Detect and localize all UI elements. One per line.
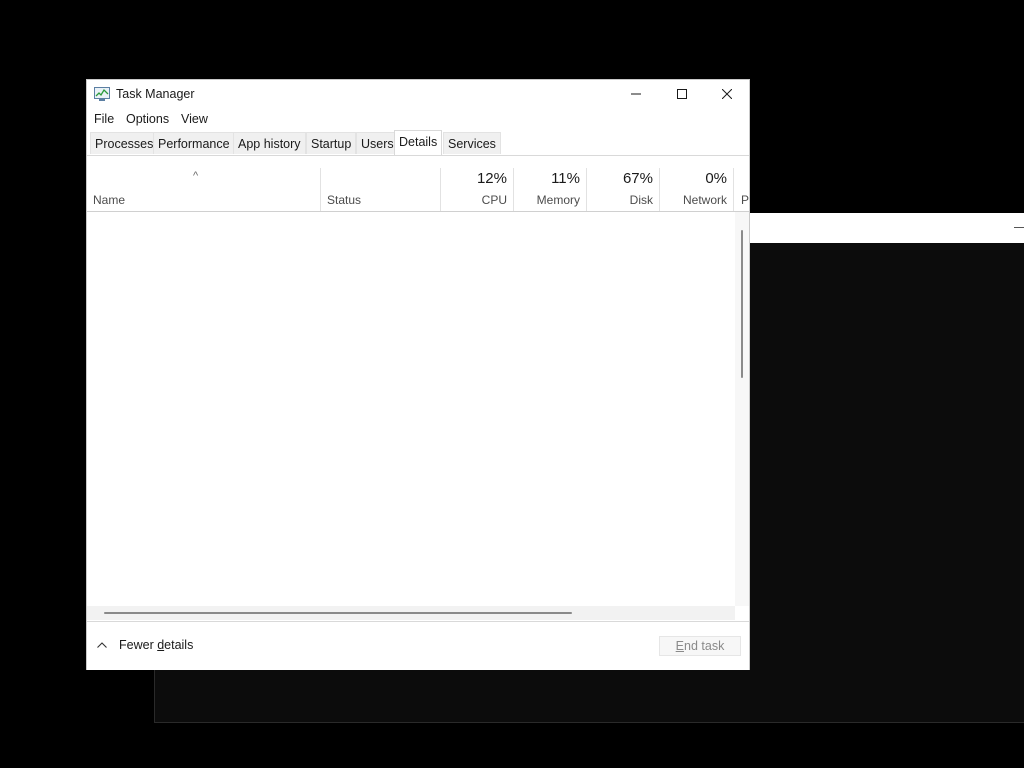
tab-users[interactable]: Users	[356, 132, 399, 154]
column-network[interactable]: 0% Network	[660, 168, 734, 211]
process-list[interactable]	[87, 212, 735, 606]
fewer-details-suffix: etails	[164, 638, 194, 652]
end-task-button[interactable]: End task	[659, 636, 741, 656]
menu-file[interactable]: File	[94, 112, 114, 126]
column-memory-label: Memory	[536, 193, 580, 207]
fewer-details-label: Fewer details	[119, 638, 193, 652]
tab-app-history[interactable]: App history	[233, 132, 306, 154]
window-title: Task Manager	[116, 87, 195, 101]
column-cpu-label: CPU	[481, 193, 507, 207]
vertical-scrollbar-thumb[interactable]	[741, 230, 743, 378]
desktop: Task Manager File Options View Processes…	[0, 0, 1024, 768]
column-memory[interactable]: 11% Memory	[514, 168, 587, 211]
fewer-details-prefix: Fewer	[119, 638, 158, 652]
tab-startup[interactable]: Startup	[306, 132, 357, 154]
horizontal-scrollbar-thumb[interactable]	[104, 612, 572, 614]
footer: Fewer details End task	[87, 621, 749, 670]
close-button[interactable]	[704, 80, 750, 108]
horizontal-scrollbar[interactable]	[87, 606, 735, 620]
minimize-icon[interactable]	[1014, 227, 1024, 228]
tab-bar: Processes Performance App history Startu…	[87, 130, 749, 156]
column-header: ^ Name Status 12% CPU 11% Memory 67% Dis…	[87, 168, 749, 212]
menu-view[interactable]: View	[181, 112, 208, 126]
minimize-icon	[631, 93, 641, 95]
column-status-label: Status	[327, 193, 362, 207]
scrollbar-corner	[735, 606, 749, 620]
tab-details[interactable]: Details	[394, 130, 443, 155]
menu-bar: File Options View	[87, 109, 749, 130]
column-status[interactable]: Status	[321, 168, 441, 211]
maximize-icon	[677, 89, 687, 99]
maximize-button[interactable]	[659, 80, 705, 108]
task-manager-window: Task Manager File Options View Processes…	[86, 79, 750, 670]
menu-options[interactable]: Options	[126, 112, 169, 126]
cpu-percent: 12%	[476, 170, 507, 187]
network-percent: 0%	[705, 170, 727, 187]
tab-performance[interactable]: Performance	[153, 132, 235, 154]
column-name[interactable]: ^ Name	[87, 168, 321, 211]
chevron-up-icon	[97, 642, 107, 648]
end-task-suffix: nd task	[684, 639, 725, 653]
column-power[interactable]: P	[734, 168, 749, 211]
column-network-label: Network	[682, 193, 727, 207]
column-disk-label: Disk	[629, 193, 653, 207]
vertical-scrollbar[interactable]	[735, 212, 749, 606]
title-bar[interactable]: Task Manager	[87, 80, 749, 108]
minimize-button[interactable]	[613, 80, 659, 108]
column-disk[interactable]: 67% Disk	[587, 168, 660, 211]
tab-processes[interactable]: Processes	[90, 132, 159, 154]
disk-percent: 67%	[622, 170, 653, 187]
tab-services[interactable]: Services	[443, 132, 501, 154]
column-power-label: P	[741, 193, 749, 207]
fewer-details-button[interactable]: Fewer details	[97, 638, 193, 652]
sort-ascending-icon: ^	[193, 170, 199, 182]
column-name-label: Name	[93, 193, 126, 207]
end-task-accesskey: E	[675, 639, 685, 653]
column-cpu[interactable]: 12% CPU	[441, 168, 514, 211]
task-manager-icon	[94, 87, 110, 101]
close-icon	[722, 89, 732, 99]
memory-percent: 11%	[551, 170, 580, 187]
